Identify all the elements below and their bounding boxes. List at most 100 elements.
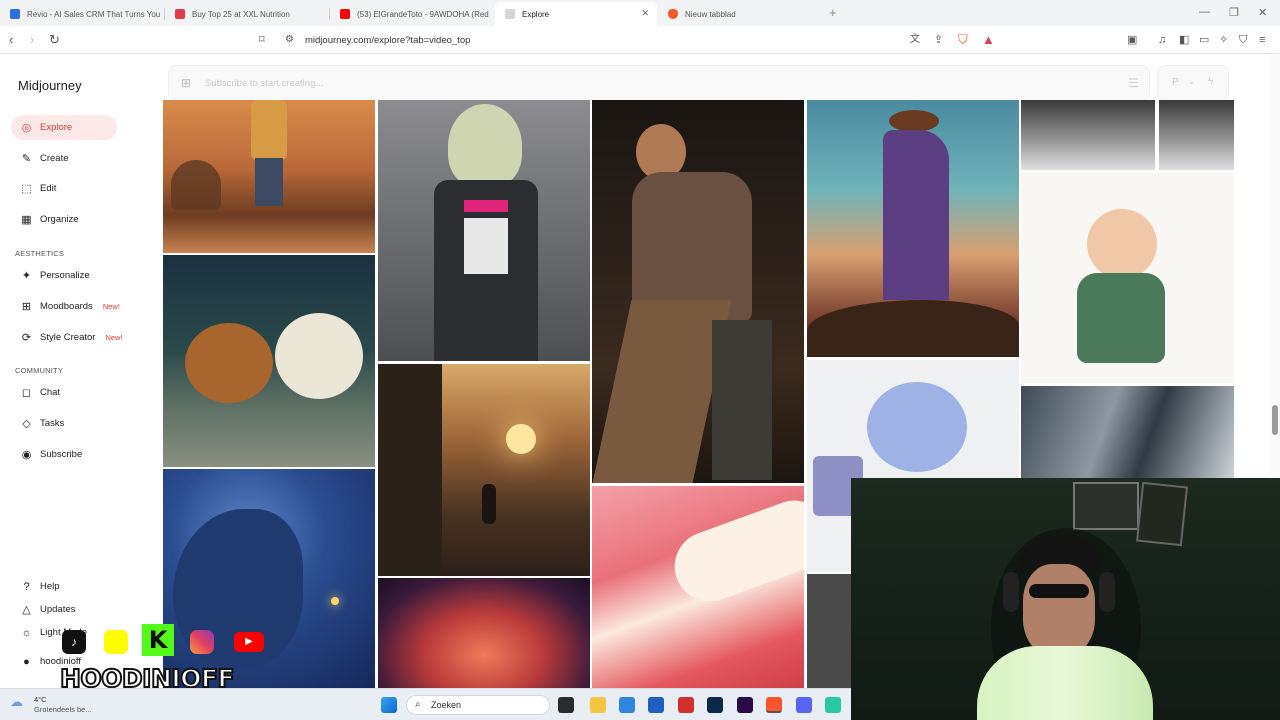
weather-widget[interactable]: ☁ 4°C Grotendeels be...	[10, 695, 92, 715]
reader-icon[interactable]: ◧	[1179, 32, 1189, 48]
nav-label: Personalize	[40, 270, 90, 281]
sidebar-toggle-icon[interactable]: ▣	[1127, 32, 1137, 48]
windows-start-icon[interactable]	[381, 697, 397, 713]
browser-tab-active[interactable]: Explore ✕	[495, 2, 657, 26]
warning-sign	[1073, 482, 1139, 530]
close-tab-icon[interactable]: ✕	[641, 8, 649, 19]
explore-image-tile[interactable]	[163, 100, 375, 253]
wallet-icon[interactable]: ▭	[1199, 32, 1209, 48]
vpn-icon[interactable]: ⛉	[1239, 32, 1247, 48]
youtube-favicon-icon	[340, 9, 350, 19]
nav-create[interactable]: ✎ Create	[11, 146, 117, 171]
outlook-icon[interactable]	[648, 697, 664, 713]
extensions-icon[interactable]: ✧	[1219, 32, 1228, 48]
address-bar[interactable]: midjourney.com/explore?tab=video_top	[305, 35, 470, 46]
file-explorer-icon[interactable]	[590, 697, 606, 713]
restore-icon[interactable]: ❐	[1229, 6, 1239, 19]
nav-organize[interactable]: ▦ Organize	[11, 207, 117, 232]
bookmark-icon[interactable]: ⌑	[259, 32, 265, 48]
music-icon[interactable]: ♫	[1158, 32, 1166, 48]
poster	[1135, 481, 1189, 547]
instagram-icon	[190, 630, 214, 654]
sidebar: Midjourney ◎ Explore ✎ Create ⬚ Edit ▦ O…	[0, 55, 162, 688]
explore-image-tile[interactable]	[1021, 173, 1234, 383]
sun-icon: ☼	[21, 626, 32, 639]
new-badge: New!	[102, 302, 120, 311]
subscribe-icon: ◉	[21, 449, 32, 461]
kick-icon: K	[142, 624, 174, 656]
store-icon[interactable]	[619, 697, 635, 713]
image-add-icon[interactable]: ⊞	[181, 76, 191, 90]
browser-tab[interactable]: Nieuw tabblad	[658, 2, 821, 26]
brave-favicon-icon	[668, 9, 678, 19]
headphones	[1003, 572, 1019, 612]
nav-label: Help	[40, 581, 60, 592]
nav-edit[interactable]: ⬚ Edit	[11, 176, 117, 201]
nav-label: Organize	[40, 214, 79, 225]
translate-icon[interactable]: 文	[910, 32, 920, 48]
taskbar-search-label: Zoeken	[431, 700, 462, 710]
nav-personalize[interactable]: ✦ Personalize	[11, 263, 117, 288]
discord-icon[interactable]	[796, 697, 812, 713]
brave-rewards-icon[interactable]: ▲	[982, 32, 995, 48]
explore-image-tile[interactable]	[378, 578, 590, 688]
explore-image-tile[interactable]	[1021, 386, 1234, 478]
explore-image-tile[interactable]	[378, 364, 590, 576]
explore-image-tile[interactable]	[163, 469, 375, 688]
help-icon: ?	[23, 580, 30, 593]
nav-updates[interactable]: △ Updates	[11, 597, 117, 622]
nav-label: Explore	[40, 122, 73, 133]
site-info-icon[interactable]: ⚙	[285, 32, 294, 48]
explore-image-tile[interactable]	[592, 486, 804, 688]
prompt-input[interactable]: Subscribe to start creating...	[205, 78, 323, 89]
settings-sliders-icon[interactable]: ☰	[1128, 76, 1139, 90]
explore-image-tile[interactable]	[807, 100, 1019, 357]
task-view-icon[interactable]	[558, 697, 574, 713]
forward-icon[interactable]: ›	[30, 32, 34, 48]
tab-title: (53) ElGrandeToto - 9AWDOHA (Red	[357, 9, 489, 19]
brave-shields-icon[interactable]: ⛉	[958, 32, 968, 48]
nav-style-creator[interactable]: ⟳ Style Creator New!	[11, 325, 151, 350]
explore-image-tile[interactable]	[592, 100, 804, 483]
personalize-icon: P	[1172, 77, 1179, 88]
menu-icon[interactable]: ≡	[1259, 32, 1265, 48]
tiktok-icon: ♪	[62, 630, 86, 654]
browser-tab[interactable]: Revio - AI Sales CRM That Turns You	[0, 2, 163, 26]
reload-icon[interactable]: ↻	[49, 32, 60, 48]
photoshop-icon[interactable]	[707, 697, 723, 713]
explore-image-tile[interactable]	[1021, 100, 1234, 170]
browser-tab[interactable]: Buy Top 25 at XXL Nutrition	[165, 2, 328, 26]
share-icon[interactable]: ⇪	[934, 32, 943, 48]
webcam-overlay	[851, 478, 1280, 720]
close-window-icon[interactable]: ✕	[1258, 6, 1267, 19]
back-icon[interactable]: ‹	[9, 32, 13, 48]
midjourney-logo[interactable]: Midjourney	[18, 78, 82, 93]
bell-icon: △	[22, 604, 31, 616]
explore-image-tile[interactable]	[807, 574, 851, 688]
brush-icon: ✎	[21, 153, 32, 165]
new-tab-button[interactable]: +	[829, 5, 837, 20]
mode-selector[interactable]: P ⌄ ϟ	[1157, 65, 1229, 101]
nav-tasks[interactable]: ◇ Tasks	[11, 411, 117, 436]
nav-chat[interactable]: ◻ Chat	[11, 380, 117, 405]
minimize-icon[interactable]: —	[1199, 6, 1210, 18]
search-icon: ⌕	[415, 699, 421, 710]
app-icon[interactable]	[825, 697, 841, 713]
prompt-bar[interactable]: ⊞ Subscribe to start creating... ☰	[168, 65, 1150, 101]
nav-label: Edit	[40, 183, 57, 194]
acrobat-icon[interactable]	[678, 697, 694, 713]
nav-moodboards[interactable]: ⊞ Moodboards New!	[11, 294, 151, 319]
premiere-icon[interactable]	[737, 697, 753, 713]
browser-tab[interactable]: (53) ElGrandeToto - 9AWDOHA (Red	[330, 2, 493, 26]
nav-subscribe[interactable]: ◉ Subscribe	[11, 442, 117, 467]
taskbar-search[interactable]: ⌕ Zoeken	[406, 695, 550, 715]
explore-image-tile[interactable]	[378, 100, 590, 361]
explore-image-tile[interactable]	[163, 255, 375, 467]
nav-label: Subscribe	[40, 449, 83, 460]
page-scrollbar-thumb[interactable]	[1272, 405, 1278, 435]
tab-title: Revio - AI Sales CRM That Turns You	[27, 9, 161, 19]
nav-explore[interactable]: ◎ Explore	[11, 115, 117, 140]
chat-icon: ◻	[21, 387, 32, 399]
nav-help[interactable]: ? Help	[11, 574, 117, 599]
brave-taskbar-icon[interactable]	[766, 697, 782, 713]
